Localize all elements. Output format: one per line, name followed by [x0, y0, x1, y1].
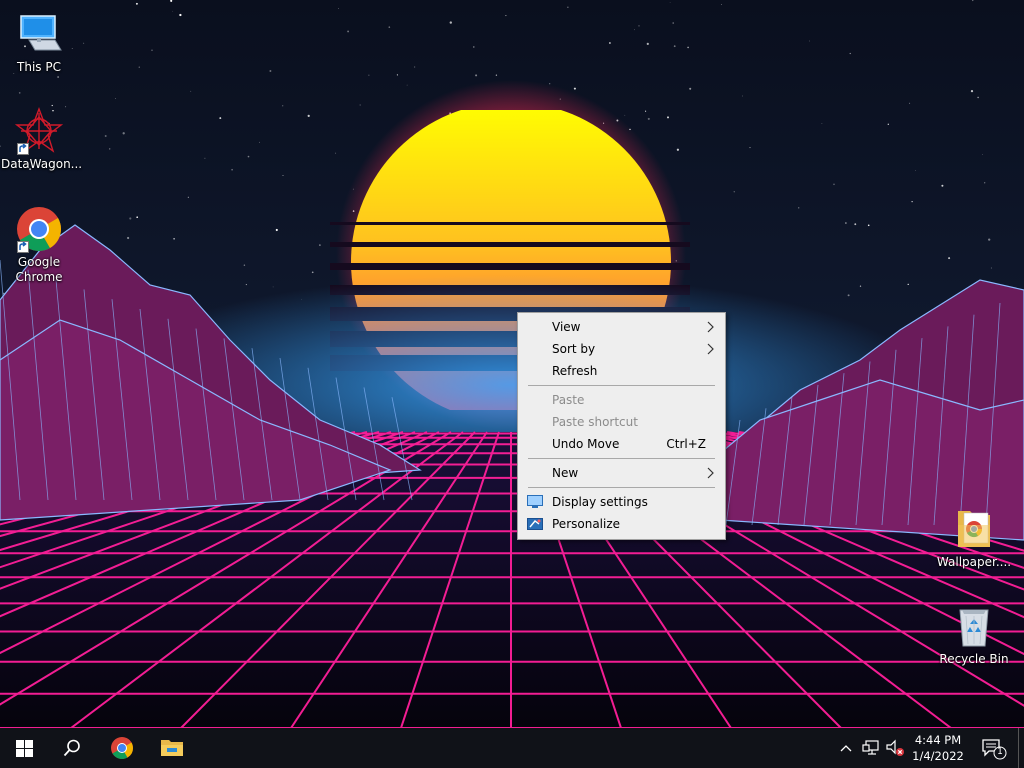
menu-separator	[528, 458, 715, 459]
network-button[interactable]	[860, 738, 882, 758]
show-hidden-icons-button[interactable]	[838, 738, 854, 758]
show-desktop-button[interactable]	[1018, 728, 1024, 768]
action-center-button[interactable]: 1	[980, 737, 1008, 761]
chrome-icon	[15, 205, 63, 253]
menu-item-label: Refresh	[552, 364, 598, 378]
menu-item-label: Paste shortcut	[552, 415, 638, 429]
chevron-right-icon	[707, 343, 714, 355]
shortcut-arrow-icon	[17, 143, 29, 155]
chrome-icon	[111, 737, 133, 759]
clock-date: 1/4/2022	[912, 749, 964, 763]
menu-item-display-settings[interactable]: Display settings	[518, 491, 725, 513]
desktop-context-menu: View Sort by Refresh Paste Paste shortcu…	[517, 312, 726, 540]
desktop-icon-datawagon[interactable]: DataWagon...	[1, 107, 83, 172]
menu-item-new[interactable]: New	[518, 462, 725, 484]
menu-item-shortcut: Ctrl+Z	[666, 437, 706, 451]
chevron-right-icon	[707, 467, 714, 479]
menu-item-label: Paste	[552, 393, 585, 407]
personalize-icon	[527, 518, 543, 530]
menu-item-refresh[interactable]: Refresh	[518, 360, 725, 382]
shortcut-arrow-icon	[17, 241, 29, 253]
menu-item-label: Personalize	[552, 517, 621, 531]
desktop-icon-google-chrome[interactable]: Google Chrome	[1, 205, 77, 285]
menu-item-label: Sort by	[552, 342, 596, 356]
start-button[interactable]	[0, 728, 48, 768]
menu-separator	[528, 487, 715, 488]
desktop-icon-wallpaper-folder[interactable]: Wallpaper....	[936, 505, 1012, 570]
start-icon	[15, 739, 33, 757]
menu-item-label: View	[552, 320, 581, 334]
clock-time: 4:44 PM	[914, 733, 962, 747]
menu-separator	[528, 385, 715, 386]
taskbar-chrome-button[interactable]	[98, 728, 146, 768]
folder-icon	[950, 505, 998, 553]
menu-item-view[interactable]: View	[518, 316, 725, 338]
network-icon	[862, 740, 879, 755]
desktop-icon-label: Wallpaper....	[936, 555, 1012, 569]
taskbar-clock[interactable]: 4:44 PM 1/4/2022	[906, 732, 970, 764]
menu-item-paste-shortcut[interactable]: Paste shortcut	[518, 411, 725, 433]
menu-item-sort-by[interactable]: Sort by	[518, 338, 725, 360]
display-settings-icon	[527, 495, 543, 508]
menu-item-label: Display settings	[552, 495, 648, 509]
menu-item-label: Undo Move	[552, 437, 620, 451]
desktop-icon-label: This PC	[17, 60, 61, 74]
file-explorer-icon	[161, 740, 183, 756]
desktop-wallpaper	[0, 0, 1024, 728]
menu-item-personalize[interactable]: Personalize	[518, 513, 725, 535]
menu-item-undo-move[interactable]: Undo Move Ctrl+Z	[518, 433, 725, 455]
chevron-up-icon	[840, 745, 852, 752]
desktop-icon-this-pc[interactable]: This PC	[1, 10, 77, 75]
desktop-icon-label: Recycle Bin	[939, 652, 1009, 666]
taskbar-file-explorer-button[interactable]	[148, 728, 196, 768]
chevron-right-icon	[707, 321, 714, 333]
desktop-icon-label: Google Chrome	[15, 255, 63, 284]
search-icon	[63, 739, 80, 757]
menu-item-paste[interactable]: Paste	[518, 389, 725, 411]
volume-button[interactable]	[884, 738, 906, 758]
desktop-icon-recycle-bin[interactable]: Recycle Bin	[936, 602, 1012, 667]
recycle-bin-icon	[950, 602, 998, 650]
volume-muted-icon	[886, 739, 904, 756]
this-pc-icon	[15, 10, 63, 58]
notification-count-badge: 1	[997, 747, 1003, 757]
menu-item-label: New	[552, 466, 579, 480]
taskbar: 4:44 PM 1/4/2022 1	[0, 728, 1024, 768]
search-button[interactable]	[48, 728, 96, 768]
datawagon-icon	[15, 107, 63, 155]
desktop-icon-label: DataWagon...	[1, 157, 83, 171]
